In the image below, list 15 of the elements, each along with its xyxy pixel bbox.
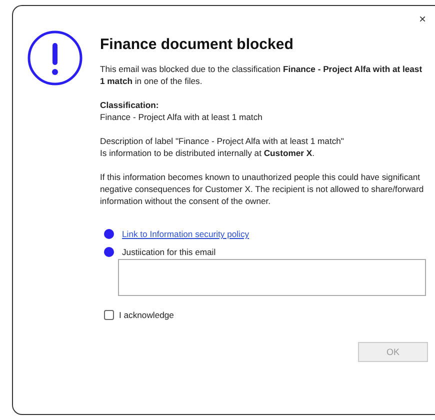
paragraph: Description of label "Finance - Project Alfa with at least 1 match" Is information to be distributed internally at Customer X. — [100, 135, 345, 159]
paragraph: This email was blocked due to the classification Finance - Project Alfa with at least 1 match in one of the files. — [100, 63, 424, 87]
paragraph: If this information becomes known to unauthorized people this could have significant negative consequences for Customer X. The recipient is not allowed to share/forward information without the consent of the owner. — [100, 171, 425, 207]
bullet-icon — [104, 229, 114, 239]
acknowledge-checkbox[interactable] — [104, 310, 114, 320]
classification-value: Finance - Project Alfa with at least 1 match — [100, 112, 262, 122]
classification-label: Classification: — [100, 99, 160, 111]
justification-field[interactable] — [118, 259, 426, 296]
bullet-icon — [104, 247, 114, 257]
warning-icon — [27, 30, 83, 86]
dialog-title: Finance document blocked — [100, 36, 294, 53]
acknowledge-label: I acknowledge — [119, 310, 174, 320]
policy-link[interactable]: Link to Information security policy — [122, 229, 250, 239]
justification-label: Justiication for this email — [122, 247, 216, 257]
close-icon[interactable]: × — [418, 12, 426, 26]
